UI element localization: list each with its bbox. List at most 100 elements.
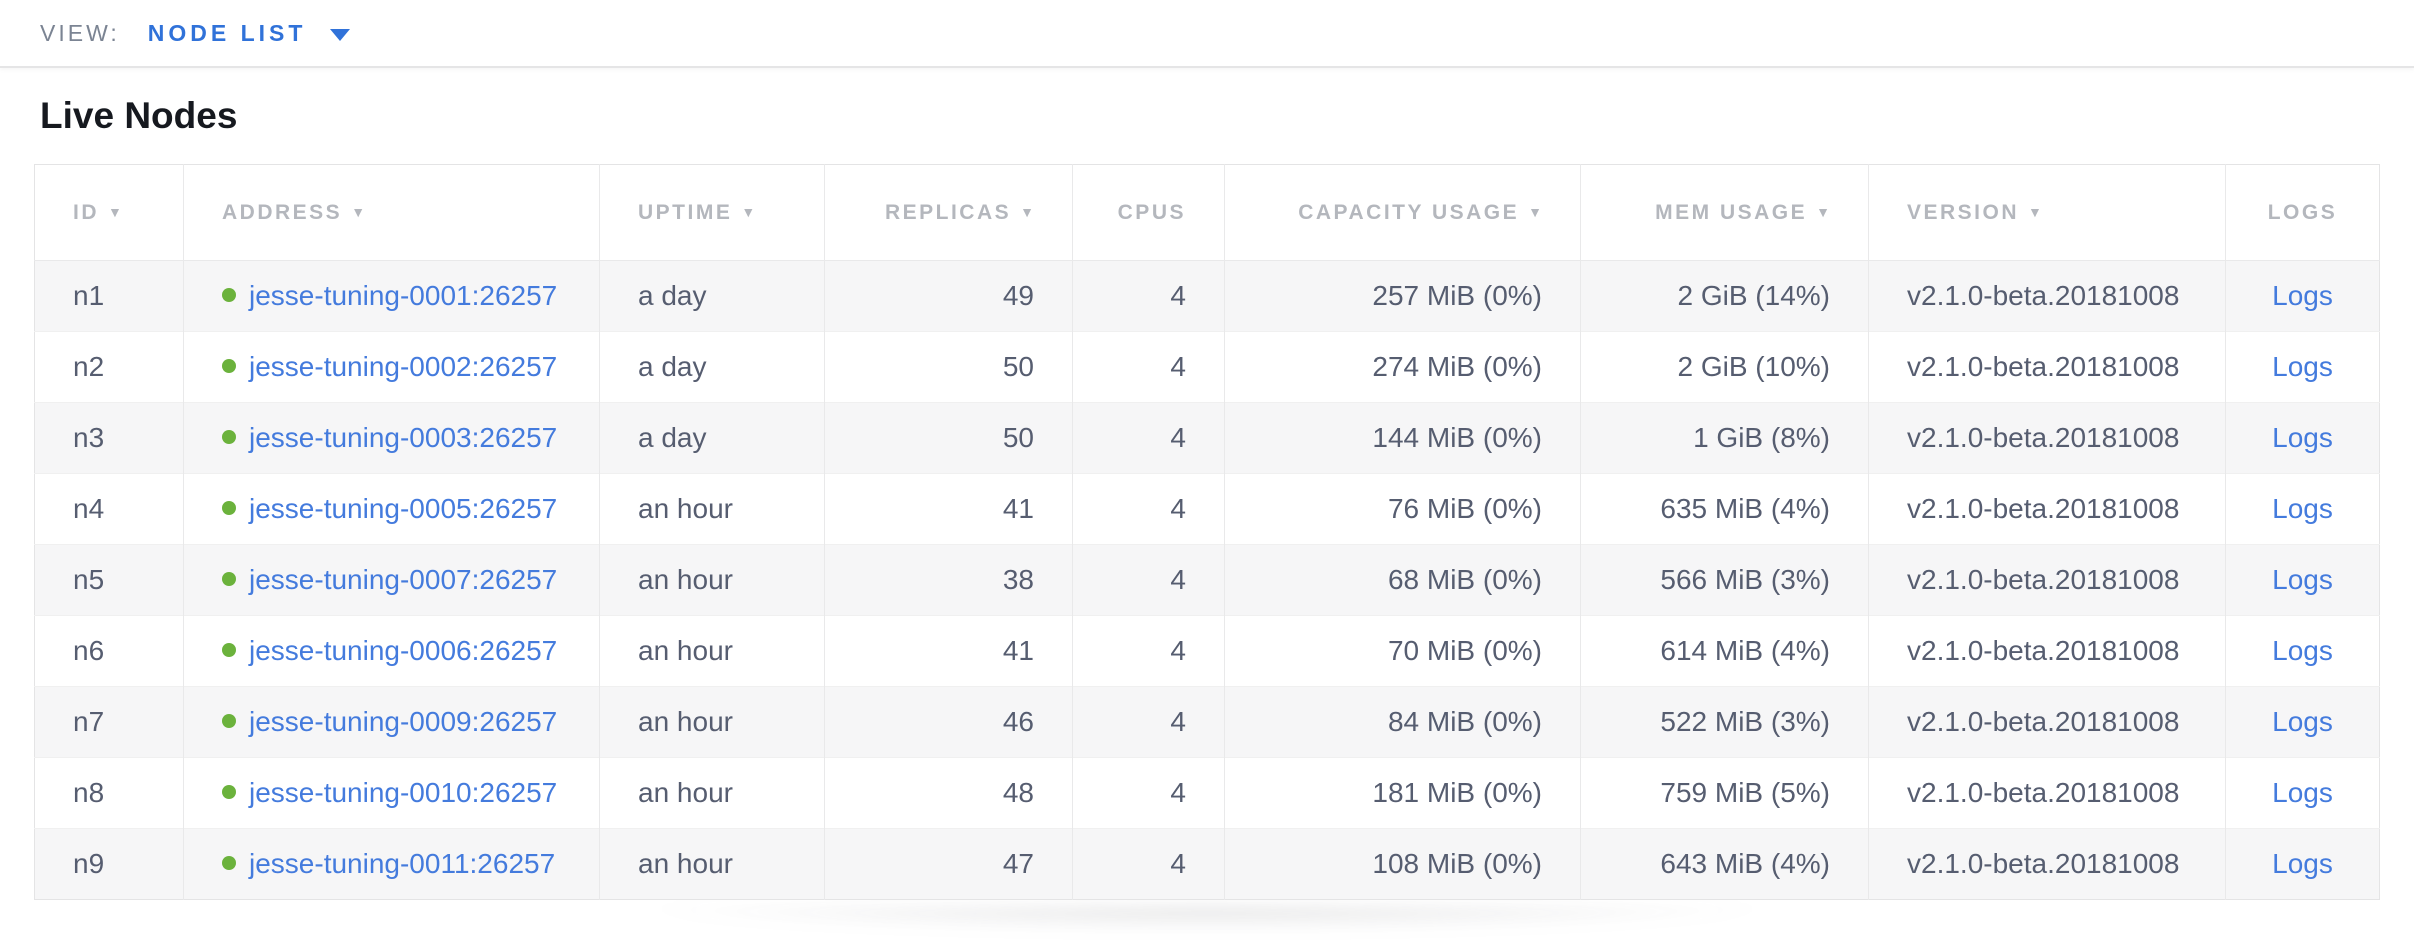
cell-address: jesse-tuning-0002:26257	[184, 332, 600, 403]
cell-value: an hour	[638, 706, 733, 737]
table-row: n5jesse-tuning-0007:26257an hour38468 Mi…	[35, 545, 2380, 616]
cell-value: 614 MiB (4%)	[1660, 635, 1830, 666]
node-live-status-icon	[222, 643, 236, 657]
cell-value: 4	[1170, 422, 1186, 453]
node-logs-link[interactable]: Logs	[2272, 848, 2333, 879]
node-address-link[interactable]: jesse-tuning-0006:26257	[249, 635, 557, 666]
node-live-status-icon	[222, 359, 236, 373]
node-logs-link[interactable]: Logs	[2272, 351, 2333, 382]
column-header-label: VERSION	[1907, 201, 2019, 224]
column-header-mem_usage[interactable]: MEM USAGE▼	[1581, 165, 1869, 261]
live-nodes-table: ID▼ADDRESS▼UPTIME▼REPLICAS▼CPUSCAPACITY …	[34, 164, 2380, 900]
cell-capacity_usage: 68 MiB (0%)	[1225, 545, 1581, 616]
cell-uptime: an hour	[600, 687, 825, 758]
cell-address: jesse-tuning-0011:26257	[184, 829, 600, 900]
node-address-link[interactable]: jesse-tuning-0001:26257	[249, 280, 557, 311]
cell-value: an hour	[638, 777, 733, 808]
cell-value: 522 MiB (3%)	[1660, 706, 1830, 737]
cell-value: 4	[1170, 848, 1186, 879]
node-logs-link[interactable]: Logs	[2272, 777, 2333, 808]
column-header-address[interactable]: ADDRESS▼	[184, 165, 600, 261]
cell-replicas: 50	[825, 332, 1073, 403]
cell-cpus: 4	[1073, 758, 1225, 829]
column-header-uptime[interactable]: UPTIME▼	[600, 165, 825, 261]
cell-value: a day	[638, 351, 707, 382]
node-address-link[interactable]: jesse-tuning-0010:26257	[249, 777, 557, 808]
cell-value: 50	[1003, 351, 1034, 382]
cell-value: 84 MiB (0%)	[1388, 706, 1542, 737]
node-address-link[interactable]: jesse-tuning-0009:26257	[249, 706, 557, 737]
node-logs-link[interactable]: Logs	[2272, 280, 2333, 311]
sort-desc-icon: ▼	[351, 204, 365, 220]
column-header-label: MEM USAGE	[1655, 201, 1807, 224]
cell-id: n2	[35, 332, 184, 403]
cell-value: 257 MiB (0%)	[1372, 280, 1542, 311]
live-nodes-section: Live Nodes ID▼ADDRESS▼UPTIME▼REPLICAS▼CP…	[0, 94, 2414, 900]
cell-value: v2.1.0-beta.20181008	[1907, 777, 2179, 808]
node-address-link[interactable]: jesse-tuning-0011:26257	[249, 848, 555, 879]
cell-value: 4	[1170, 351, 1186, 382]
node-logs-link[interactable]: Logs	[2272, 493, 2333, 524]
cell-mem_usage: 759 MiB (5%)	[1581, 758, 1869, 829]
cell-replicas: 38	[825, 545, 1073, 616]
node-logs-link[interactable]: Logs	[2272, 422, 2333, 453]
table-row: n8 jesse-tuning-0010:26257 an hour 48 4 181 M…	[35, 758, 2380, 829]
cell-value: v2.1.0-beta.20181008	[1907, 280, 2179, 311]
cell-value: 4	[1170, 564, 1186, 595]
cell-value: 48	[1003, 777, 1034, 808]
cell-cpus: 4	[1073, 616, 1225, 687]
cell-value: n2	[73, 351, 104, 382]
node-address-link[interactable]: jesse-tuning-0003:26257	[249, 422, 557, 453]
view-selector[interactable]: NODE LIST	[148, 20, 351, 47]
cell-value: n1	[73, 280, 104, 311]
cell-uptime: a day	[600, 261, 825, 332]
cell-logs: Logs	[2226, 545, 2380, 616]
cell-value: n8	[73, 777, 104, 808]
cell-value: 76 MiB (0%)	[1388, 493, 1542, 524]
sort-desc-icon: ▼	[2028, 204, 2042, 220]
cell-logs: Logs	[2226, 403, 2380, 474]
column-header-id[interactable]: ID▼	[35, 165, 184, 261]
column-header-version[interactable]: VERSION ▼	[1869, 165, 2226, 261]
cell-value: 4	[1170, 635, 1186, 666]
cell-value: v2.1.0-beta.20181008	[1907, 564, 2179, 595]
node-address-link[interactable]: jesse-tuning-0002:26257	[249, 351, 557, 382]
cell-value: 49	[1003, 280, 1034, 311]
cell-address: jesse-tuning-0009:26257	[184, 687, 600, 758]
node-address-link[interactable]: jesse-tuning-0007:26257	[249, 564, 557, 595]
column-header-capacity_usage[interactable]: CAPACITY USAGE▼	[1225, 165, 1581, 261]
node-address-link[interactable]: jesse-tuning-0005:26257	[249, 493, 557, 524]
column-header-label: REPLICAS	[885, 201, 1011, 224]
node-logs-link[interactable]: Logs	[2272, 564, 2333, 595]
cell-value: 4	[1170, 777, 1186, 808]
cell-capacity_usage: 70 MiB (0%)	[1225, 616, 1581, 687]
cell-logs: Logs	[2226, 758, 2380, 829]
cell-logs: Logs	[2226, 616, 2380, 687]
cell-id: n3	[35, 403, 184, 474]
cell-version: v2.1.0-beta.20181008	[1869, 474, 2226, 545]
cell-mem_usage: 2 GiB (10%)	[1581, 332, 1869, 403]
cell-address: jesse-tuning-0006:26257	[184, 616, 600, 687]
cell-value: v2.1.0-beta.20181008	[1907, 706, 2179, 737]
cell-value: 68 MiB (0%)	[1388, 564, 1542, 595]
page-bottom-shadow	[447, 906, 1967, 942]
cell-value: a day	[638, 280, 707, 311]
cell-version: v2.1.0-beta.20181008	[1869, 616, 2226, 687]
cell-uptime: an hour	[600, 545, 825, 616]
cell-value: an hour	[638, 848, 733, 879]
cell-capacity_usage: 144 MiB (0%)	[1225, 403, 1581, 474]
node-logs-link[interactable]: Logs	[2272, 635, 2333, 666]
column-header-cpus: CPUS	[1073, 165, 1225, 261]
cell-replicas: 46	[825, 687, 1073, 758]
table-row: n6jesse-tuning-0006:26257an hour41470 Mi…	[35, 616, 2380, 687]
view-bar: VIEW: NODE LIST	[0, 0, 2414, 68]
cell-value: 181 MiB (0%)	[1372, 777, 1542, 808]
node-logs-link[interactable]: Logs	[2272, 706, 2333, 737]
cell-address: jesse-tuning-0001:26257	[184, 261, 600, 332]
column-header-replicas[interactable]: REPLICAS▼	[825, 165, 1073, 261]
cell-version: v2.1.0-beta.20181008	[1869, 687, 2226, 758]
cell-uptime: an hour	[600, 474, 825, 545]
node-live-status-icon	[222, 785, 236, 799]
cell-uptime: an hour	[600, 829, 825, 900]
cell-value: 108 MiB (0%)	[1372, 848, 1542, 879]
